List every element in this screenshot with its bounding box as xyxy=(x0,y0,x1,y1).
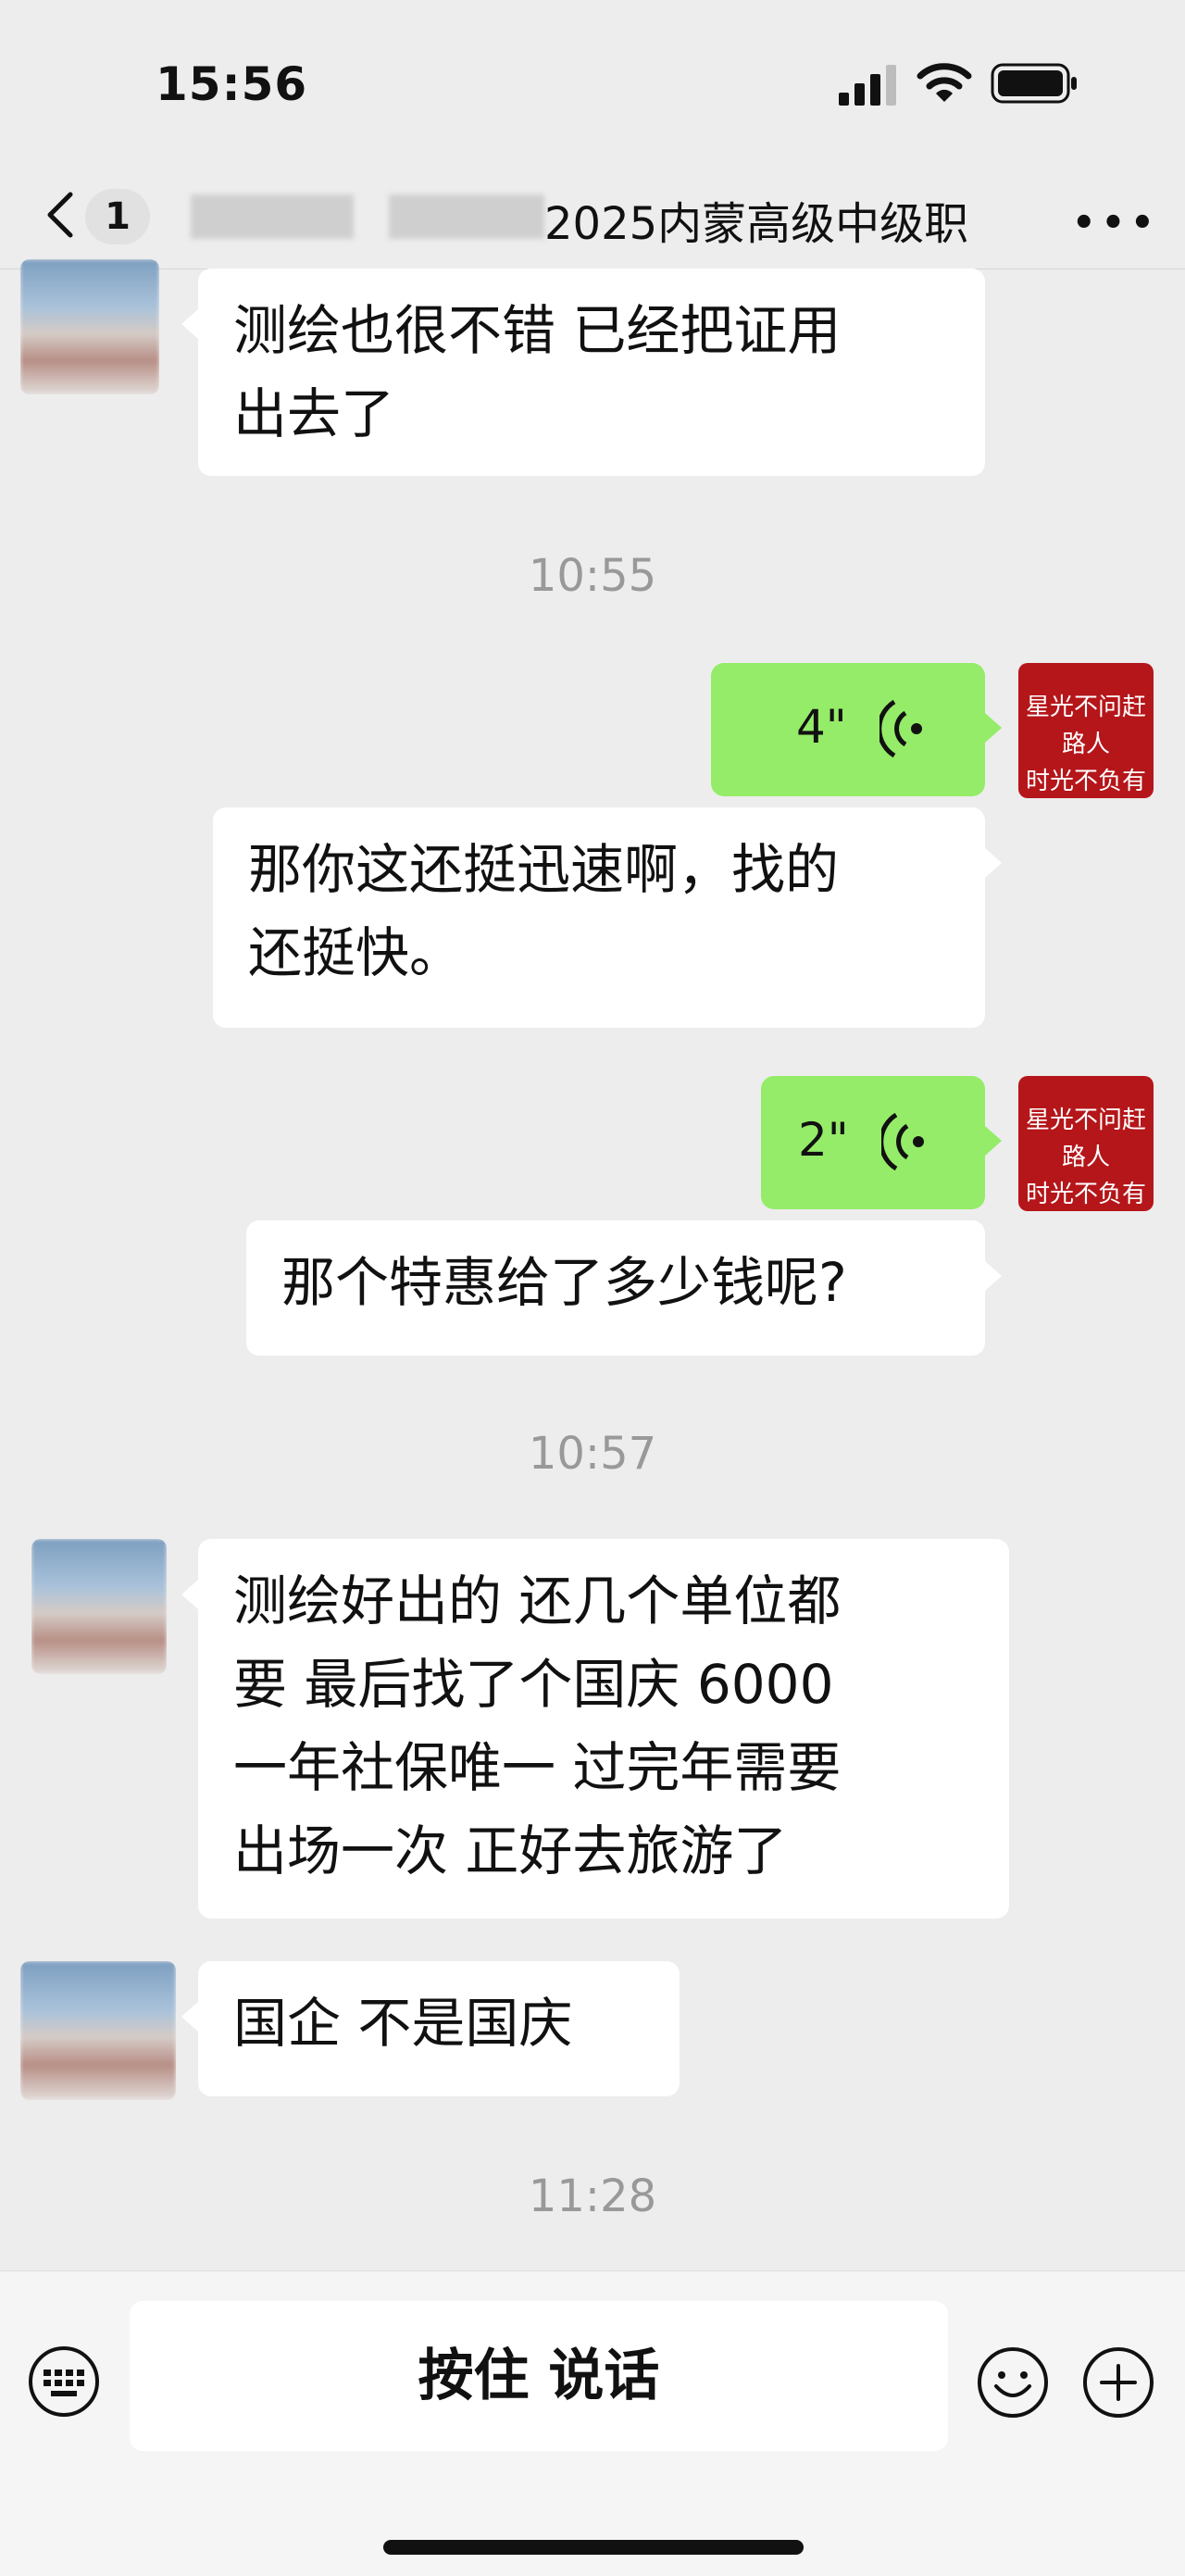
message-text-line: 出场一次 正好去旅游了 xyxy=(233,1819,788,1882)
wifi-icon xyxy=(917,63,972,102)
message-text-line: 国企 不是国庆 xyxy=(233,1992,573,2055)
message-timestamp: 10:57 xyxy=(528,1428,657,1480)
chevron-left-icon[interactable] xyxy=(37,187,93,243)
more-dots-icon[interactable]: ••• xyxy=(1072,202,1160,244)
contact-avatar[interactable] xyxy=(20,259,159,394)
chat-title[interactable]: 2025内蒙高级中级职 xyxy=(544,187,968,252)
voice-duration: 2" xyxy=(798,1113,849,1167)
contact-avatar[interactable] xyxy=(31,1539,167,1674)
voice-message-bubble[interactable]: 2" xyxy=(761,1076,1002,1209)
voice-wave-icon xyxy=(881,1112,924,1171)
home-indicator[interactable] xyxy=(383,2540,804,2555)
plus-circle-icon[interactable] xyxy=(1081,2345,1155,2420)
message-text-line: 那你这还挺迅速啊，找的 xyxy=(248,838,840,901)
message-bubble-incoming[interactable]: 测绘也很不错 已经把证用 出去了 xyxy=(181,269,985,476)
unread-count-badge[interactable]: 1 xyxy=(85,189,150,244)
redacted-name xyxy=(191,194,354,239)
voice-transcript-bubble[interactable]: 那你这还挺迅速啊，找的 还挺快。 xyxy=(213,807,1002,1028)
my-avatar[interactable]: 星光不问赶路人 时光不负有心人 xyxy=(1018,663,1154,798)
signal-icon xyxy=(839,65,896,106)
battery-icon xyxy=(991,63,1077,104)
status-bar: 15:56 xyxy=(0,0,1185,167)
voice-wave-icon xyxy=(879,699,922,758)
voice-message-bubble[interactable]: 4" xyxy=(711,663,1002,796)
hold-to-talk-button[interactable]: 按住 说话 xyxy=(130,2301,948,2451)
my-avatar[interactable]: 星光不问赶路人 时光不负有心人 xyxy=(1018,1076,1154,1211)
status-time: 15:56 xyxy=(156,57,308,111)
keyboard-icon[interactable] xyxy=(28,2345,100,2418)
contact-avatar[interactable] xyxy=(20,1961,176,2100)
message-text-line: 测绘也很不错 已经把证用 xyxy=(233,299,842,362)
message-text-line: 那个特惠给了多少钱呢? xyxy=(281,1251,847,1314)
message-text-line: 出去了 xyxy=(233,382,395,445)
input-bar: 按住 说话 xyxy=(0,2270,1185,2576)
message-text-line: 一年社保唯一 过完年需要 xyxy=(233,1736,842,1799)
message-text-line: 还挺快。 xyxy=(248,921,464,984)
message-timestamp: 10:55 xyxy=(528,550,657,602)
message-text-line: 测绘好出的 还几个单位都 xyxy=(233,1569,842,1632)
message-bubble-incoming[interactable]: 国企 不是国庆 xyxy=(181,1961,680,2096)
emoji-icon[interactable] xyxy=(976,2345,1050,2420)
message-bubble-incoming[interactable]: 测绘好出的 还几个单位都 要 最后找了个国庆 6000 一年社保唯一 过完年需要… xyxy=(181,1539,1009,1919)
message-timestamp: 11:28 xyxy=(528,2170,657,2222)
message-text-line: 要 最后找了个国庆 6000 xyxy=(233,1653,834,1716)
chat-header: 1 2025内蒙高级中级职 ••• xyxy=(0,167,1185,269)
voice-duration: 4" xyxy=(796,700,847,754)
redacted-name xyxy=(389,194,544,239)
voice-transcript-bubble[interactable]: 那个特惠给了多少钱呢? xyxy=(246,1220,1002,1356)
